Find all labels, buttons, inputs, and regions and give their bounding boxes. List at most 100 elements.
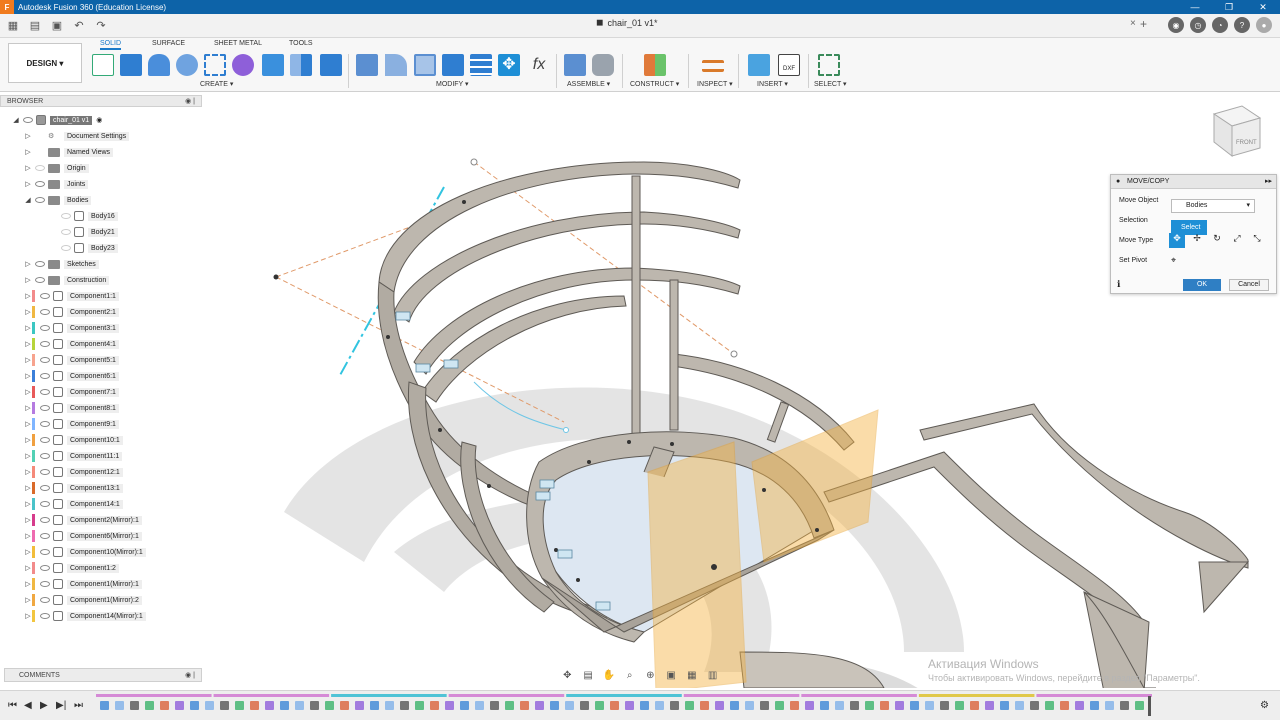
undo-icon[interactable]: ↶ [70, 17, 88, 35]
expand-icon[interactable]: ▷ [24, 372, 32, 380]
visibility-eye-icon[interactable] [40, 581, 50, 587]
timeline-feature-icon[interactable] [1135, 701, 1144, 710]
browser-item[interactable]: ▷ ⚙ Document Settings [24, 129, 130, 143]
visibility-eye-icon[interactable] [35, 165, 45, 171]
timeline-feature-icon[interactable] [1120, 701, 1129, 710]
timeline-feature-icon[interactable] [310, 701, 319, 710]
expand-icon[interactable]: ▷ [24, 612, 32, 620]
expand-icon[interactable]: ▷ [24, 468, 32, 476]
browser-component[interactable]: ▷ Component11:1 [24, 449, 123, 463]
timeline-feature-icon[interactable] [925, 701, 934, 710]
timeline-feature-icon[interactable] [280, 701, 289, 710]
timeline-feature-icon[interactable] [1000, 701, 1009, 710]
timeline-feature-icon[interactable] [265, 701, 274, 710]
construction-point[interactable] [470, 158, 478, 166]
browser-item[interactable]: Body16 [50, 209, 118, 223]
move-copy-header[interactable]: ● MOVE/COPY ▸▸ [1111, 175, 1276, 189]
ok-button[interactable]: OK [1183, 279, 1221, 291]
orbit-icon[interactable]: ✥ [560, 670, 575, 682]
timeline-feature-icon[interactable] [730, 701, 739, 710]
timeline-feature-icon[interactable] [910, 701, 919, 710]
browser-item[interactable]: ◢ Bodies [24, 193, 92, 207]
split-body-icon[interactable] [470, 54, 492, 76]
timeline-feature-icon[interactable] [1045, 701, 1054, 710]
expand-icon[interactable]: ▷ [24, 356, 32, 364]
expand-icon[interactable]: ▷ [24, 164, 32, 172]
cancel-button[interactable]: Cancel [1229, 279, 1269, 291]
timeline-feature-icon[interactable] [430, 701, 439, 710]
browser-component[interactable]: ▷ Component2(Mirror):1 [24, 513, 142, 527]
joint-icon[interactable] [592, 54, 614, 76]
timeline-feature-icon[interactable] [850, 701, 859, 710]
browser-component[interactable]: ▷ Component4:1 [24, 337, 119, 351]
timeline-feature-icon[interactable] [565, 701, 574, 710]
select-icon[interactable] [818, 54, 840, 76]
timeline-feature-icon[interactable] [145, 701, 154, 710]
timeline-feature-icon[interactable] [295, 701, 304, 710]
new-tab-icon[interactable]: + [1140, 17, 1147, 31]
timeline-feature-icon[interactable] [550, 701, 559, 710]
browser-item[interactable]: ▷ Sketches [24, 257, 99, 271]
timeline-feature-icon[interactable] [760, 701, 769, 710]
revolve-icon[interactable] [148, 54, 170, 76]
browser-item[interactable]: ▷ Construction [24, 273, 110, 287]
timeline-feature-icon[interactable] [355, 701, 364, 710]
dialog-expand-icon[interactable]: ▸▸ [1265, 175, 1272, 189]
create-sketch-icon[interactable] [92, 54, 114, 76]
browser-item[interactable]: ▷ Named Views [24, 145, 114, 159]
expand-icon[interactable]: ▷ [24, 324, 32, 332]
browser-component[interactable]: ▷ Component10:1 [24, 433, 123, 447]
point-to-position-icon[interactable]: ⤡ [1249, 233, 1265, 248]
browser-component[interactable]: ▷ Component1:1 [24, 289, 119, 303]
visibility-eye-icon[interactable] [40, 421, 50, 427]
timeline-feature-icon[interactable] [1060, 701, 1069, 710]
browser-settings-icon[interactable]: ◉ | [185, 97, 195, 105]
browser-component[interactable]: ▷ Component9:1 [24, 417, 119, 431]
timeline-feature-icon[interactable] [880, 701, 889, 710]
timeline-feature-icon[interactable] [970, 701, 979, 710]
expand-icon[interactable]: ▷ [24, 388, 32, 396]
browser-header[interactable]: BROWSER ◉ | [0, 95, 202, 107]
timeline-marker[interactable] [1148, 696, 1151, 716]
timeline-feature-icon[interactable] [700, 701, 709, 710]
insert-dxf-icon[interactable]: DXF [778, 54, 800, 76]
timeline-feature-icon[interactable] [610, 701, 619, 710]
browser-component[interactable]: ▷ Component7:1 [24, 385, 119, 399]
extrude-icon[interactable] [120, 54, 142, 76]
visibility-eye-icon[interactable] [61, 213, 71, 219]
save-icon[interactable]: ▣ [48, 17, 66, 35]
zoom-icon[interactable]: ⌕ [622, 670, 637, 682]
tab-surface[interactable]: SURFACE [152, 40, 185, 47]
visibility-eye-icon[interactable] [40, 309, 50, 315]
close-window-button[interactable]: ✕ [1246, 0, 1280, 14]
browser-component[interactable]: ▷ Component2:1 [24, 305, 119, 319]
timeline-feature-icon[interactable] [1090, 701, 1099, 710]
visibility-eye-icon[interactable] [40, 501, 50, 507]
expand-icon[interactable]: ▷ [24, 564, 32, 572]
visibility-eye-icon[interactable] [40, 325, 50, 331]
visibility-eye-icon[interactable] [40, 549, 50, 555]
timeline-feature-icon[interactable] [475, 701, 484, 710]
tab-tools[interactable]: TOOLS [289, 40, 313, 47]
point-to-point-icon[interactable]: ⤢ [1229, 233, 1245, 248]
browser-root[interactable]: ◢ chair_01 v1 ◉ [12, 113, 102, 127]
move-object-dropdown[interactable]: Bodies ▾ [1171, 199, 1255, 213]
expand-icon[interactable]: ▷ [24, 548, 32, 556]
maximize-button[interactable]: ❐ [1212, 0, 1246, 14]
assemble-group-label[interactable]: ASSEMBLE ▾ [567, 80, 610, 88]
browser-item[interactable]: Body21 [50, 225, 118, 239]
modify-group-label[interactable]: MODIFY ▾ [436, 80, 469, 88]
minimize-button[interactable]: — [1178, 0, 1212, 14]
browser-item[interactable]: Body23 [50, 241, 118, 255]
offset-plane-icon[interactable] [644, 54, 666, 76]
browser-component[interactable]: ▷ Component1:2 [24, 561, 119, 575]
browser-component[interactable]: ▷ Component8:1 [24, 401, 119, 415]
visibility-eye-icon[interactable] [40, 405, 50, 411]
document-tab[interactable]: ◼ chair_01 v1* [596, 17, 658, 28]
timeline-feature-icon[interactable] [505, 701, 514, 710]
timeline-feature-icon[interactable] [340, 701, 349, 710]
extensions-icon[interactable]: ◉ [1168, 17, 1184, 33]
rotate-icon[interactable]: ↻ [1209, 233, 1225, 248]
construction-plane-1[interactable] [647, 441, 747, 688]
comments-panel[interactable]: COMMENTS ◉ | [4, 668, 202, 682]
